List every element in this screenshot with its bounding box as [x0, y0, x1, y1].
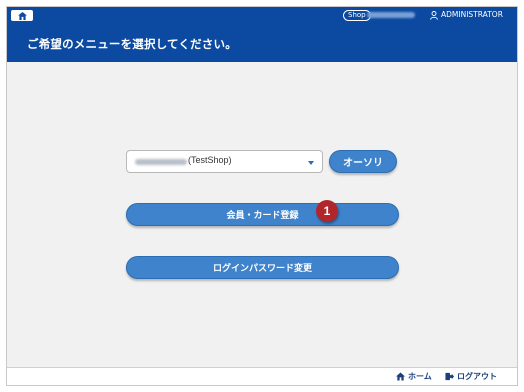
menu-panel: (TestShop) オーソリ 会員・カード登録 1 ログインパスワード変更 — [7, 62, 517, 367]
user-menu[interactable]: ADMINISTRATOR — [430, 10, 503, 20]
page-title: ご希望のメニューを選択してください。 — [27, 37, 237, 51]
shop-code-blurred — [135, 159, 187, 165]
member-card-registration-button[interactable]: 会員・カード登録 — [126, 203, 399, 226]
step-callout-badge: 1 — [316, 200, 338, 222]
chevron-down-icon — [308, 161, 314, 165]
home-icon — [17, 11, 27, 20]
shop-id-blurred — [367, 12, 415, 18]
authorize-button[interactable]: オーソリ — [329, 150, 397, 173]
login-password-change-button[interactable]: ログインパスワード変更 — [126, 256, 399, 279]
home-icon — [396, 372, 405, 381]
shop-select[interactable]: (TestShop) — [126, 150, 323, 173]
logout-icon — [445, 372, 454, 381]
page-header: ご希望のメニューを選択してください。 — [7, 23, 517, 62]
user-name: ADMINISTRATOR — [441, 10, 503, 19]
app-window: Shop ADMINISTRATOR ご希望のメニューを選択してください。 (T… — [6, 6, 518, 386]
footer-logout-label: ログアウト — [457, 372, 497, 381]
footer-home-label: ホーム — [408, 372, 432, 381]
top-bar: Shop ADMINISTRATOR — [7, 7, 517, 23]
footer-home-link[interactable]: ホーム — [396, 371, 432, 382]
home-tab-button[interactable] — [11, 10, 33, 21]
footer-logout-link[interactable]: ログアウト — [445, 371, 497, 382]
shop-select-value: (TestShop) — [188, 155, 232, 165]
footer-bar: ホーム ログアウト — [7, 367, 517, 385]
user-icon — [430, 10, 438, 20]
